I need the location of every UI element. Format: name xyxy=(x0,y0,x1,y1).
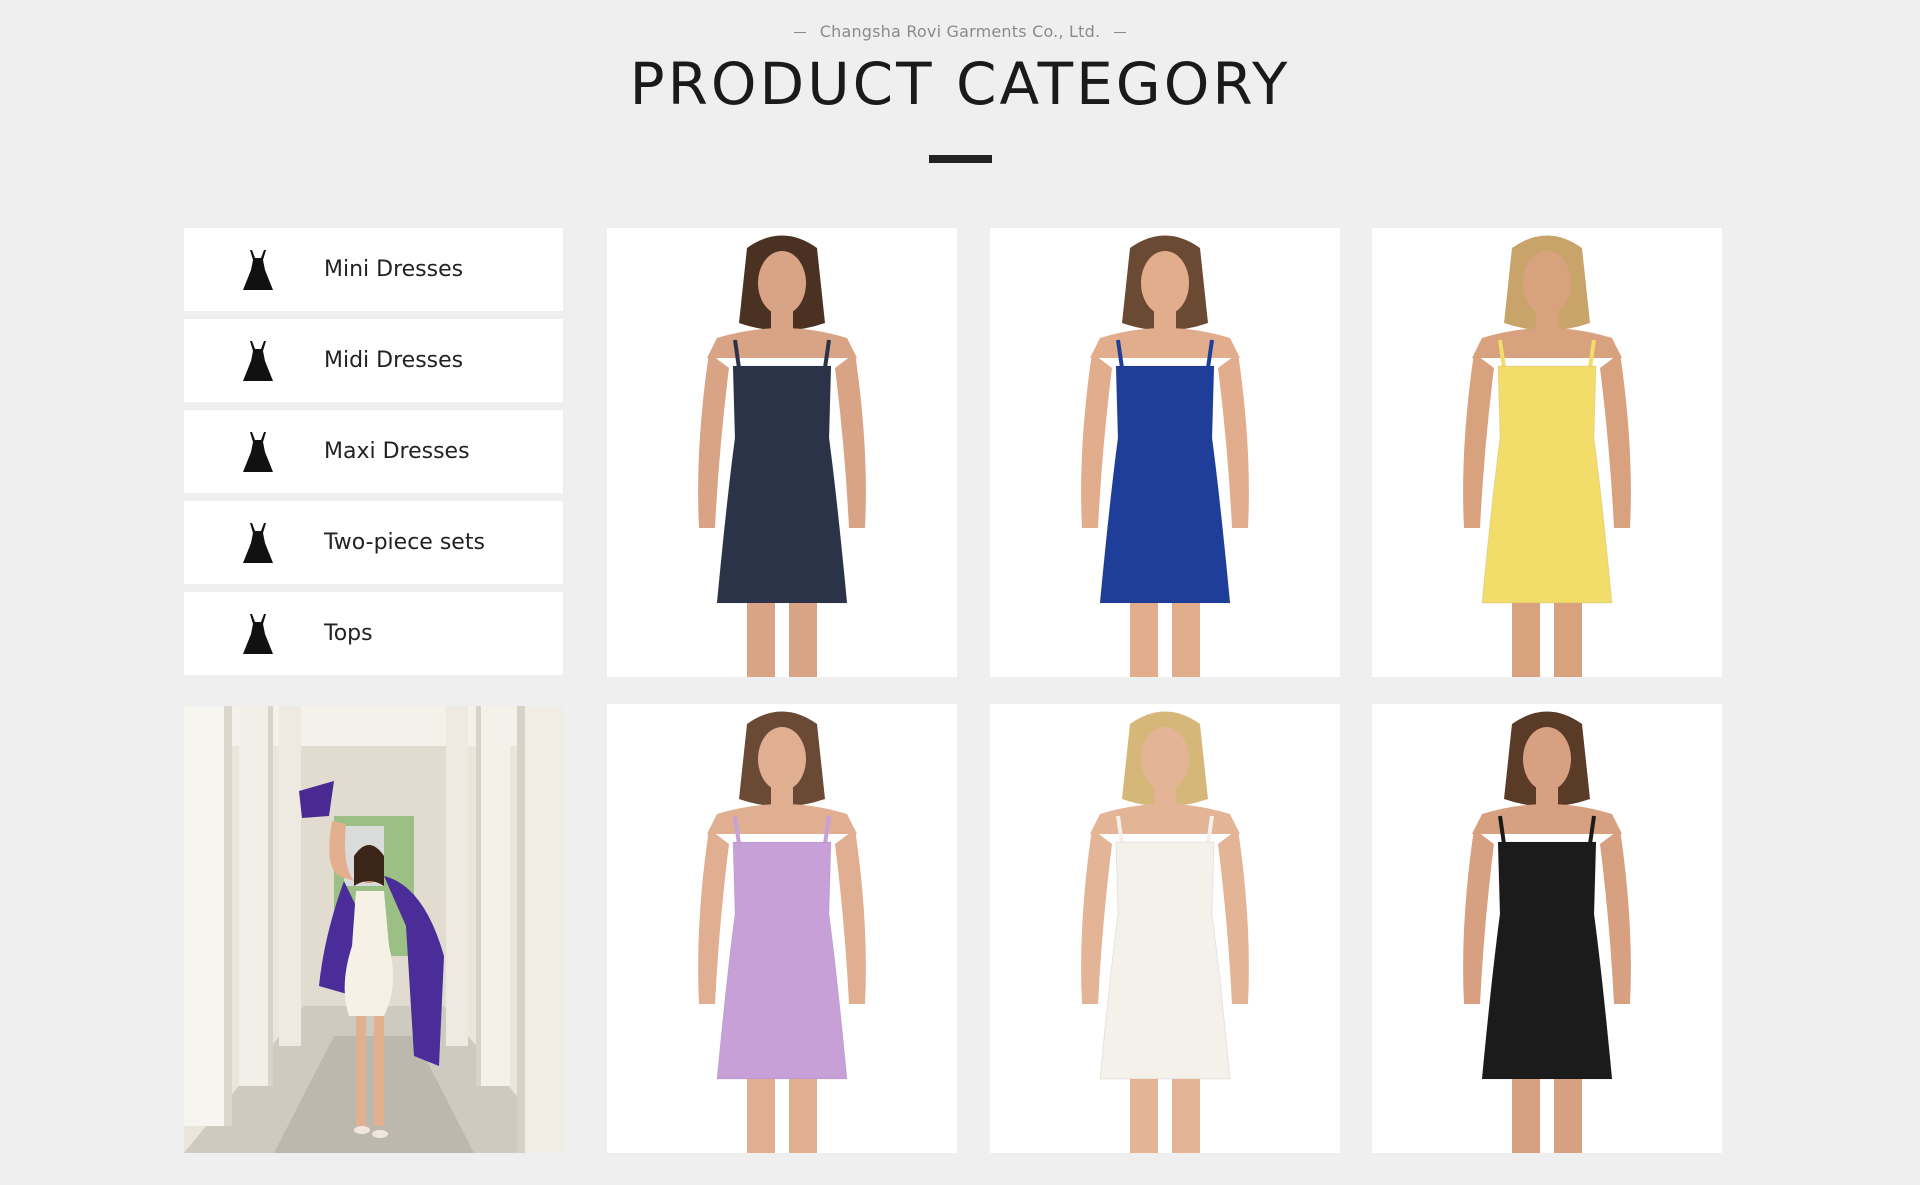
category-tops[interactable]: Tops xyxy=(184,592,563,675)
product-image xyxy=(990,704,1340,1153)
category-mini-dresses[interactable]: Mini Dresses xyxy=(184,228,563,311)
graduation-image xyxy=(184,706,563,1153)
title-underline xyxy=(929,155,992,163)
lifestyle-photo[interactable] xyxy=(184,706,563,1153)
product-card[interactable] xyxy=(990,704,1340,1153)
category-label: Two-piece sets xyxy=(324,530,485,555)
page-title: PRODUCT CATEGORY xyxy=(629,50,1291,118)
divider-right xyxy=(1114,32,1127,33)
product-image xyxy=(990,228,1340,677)
product-image xyxy=(1372,228,1722,677)
product-card[interactable] xyxy=(990,228,1340,677)
company-name: Changsha Rovi Garments Co., Ltd. xyxy=(819,22,1101,41)
company-tagline: Changsha Rovi Garments Co., Ltd. xyxy=(0,22,1920,41)
product-card[interactable] xyxy=(607,228,957,677)
product-image xyxy=(607,704,957,1153)
category-two-piece-sets[interactable]: Two-piece sets xyxy=(184,501,563,584)
dress-icon xyxy=(243,340,273,381)
product-image xyxy=(607,228,957,677)
product-card[interactable] xyxy=(1372,704,1722,1153)
category-label: Mini Dresses xyxy=(324,257,464,282)
dress-icon xyxy=(243,431,273,472)
product-card[interactable] xyxy=(607,704,957,1153)
category-maxi-dresses[interactable]: Maxi Dresses xyxy=(184,410,563,493)
category-label: Maxi Dresses xyxy=(324,439,470,464)
product-image xyxy=(1372,704,1722,1153)
category-label: Midi Dresses xyxy=(324,348,464,373)
divider-left xyxy=(793,32,806,33)
category-label: Tops xyxy=(324,621,373,646)
dress-icon xyxy=(243,249,273,290)
dress-icon xyxy=(243,522,273,563)
category-midi-dresses[interactable]: Midi Dresses xyxy=(184,319,563,402)
product-card[interactable] xyxy=(1372,228,1722,677)
dress-icon xyxy=(243,613,273,654)
